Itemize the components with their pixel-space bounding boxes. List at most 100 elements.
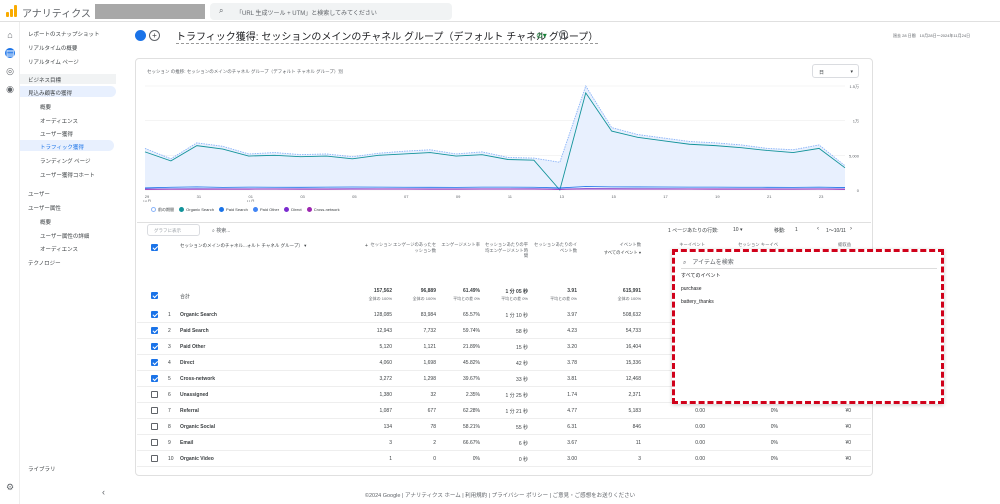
- search-input[interactable]: ⌕ 「URL 生成ツール + UTM」と検索してみてください: [210, 3, 452, 20]
- row-value: 0.00: [695, 424, 705, 430]
- status-check-icon[interactable]: ⊘▾: [536, 31, 547, 40]
- sidebar-item-realtime-pages[interactable]: リアルタイム ページ: [28, 58, 79, 66]
- dropdown-option-purchase[interactable]: purchase: [681, 286, 702, 292]
- reports-icon[interactable]: ▤: [5, 48, 15, 58]
- sidebar-item-realtime-overview[interactable]: リアルタイムの概要: [28, 44, 77, 52]
- table-row[interactable]: 8 Organic Social 134 78 58.21% 55 秒 6.31 846 0.0…: [137, 419, 871, 435]
- column-header[interactable]: セッションあたりの平均エンゲージメント時間: [484, 242, 528, 259]
- dropdown-option-battery[interactable]: battery_thanks: [681, 299, 714, 305]
- row-index: 4: [168, 360, 171, 366]
- chevron-down-icon: ▾: [850, 69, 853, 75]
- sidebar-item-landing-page[interactable]: ランディング ページ: [40, 157, 91, 165]
- sidebar-section-business[interactable]: ビジネス目標: [20, 74, 116, 84]
- row-value: 0%: [770, 424, 778, 430]
- row-value: 4.23: [567, 328, 577, 334]
- total-value: 3.91: [567, 288, 577, 294]
- column-header[interactable]: 総収益: [807, 242, 851, 248]
- column-header[interactable]: キーイベント: [661, 242, 705, 248]
- legend-item[interactable]: Cross-network: [303, 207, 340, 213]
- home-icon[interactable]: ⌂: [5, 30, 15, 40]
- row-checkbox[interactable]: [151, 391, 158, 398]
- column-header[interactable]: イベント数: [597, 242, 641, 248]
- row-checkbox[interactable]: [151, 327, 158, 334]
- sidebar-item-acquisition[interactable]: 見込み顧客の獲得: [28, 89, 72, 97]
- total-checkbox[interactable]: [151, 292, 158, 299]
- row-checkbox[interactable]: [151, 375, 158, 382]
- row-checkbox[interactable]: [151, 343, 158, 350]
- advertising-icon[interactable]: ◉: [5, 84, 15, 94]
- row-channel: Direct: [180, 360, 195, 366]
- row-channel: Unassigned: [180, 392, 209, 398]
- table-row[interactable]: 9 Email 3 2 66.67% 6 秒 3.67 11 0.00 0% ¥0: [137, 435, 871, 451]
- row-channel: Cross-network: [180, 376, 216, 382]
- row-index: 1: [168, 312, 171, 318]
- date-range[interactable]: 過去 28 日間 10月28日～2024年11月24日: [893, 33, 970, 39]
- footer: ©2024 Google | アナリティクス ホーム | 利用規約 | プライバ…: [364, 493, 636, 499]
- x-tick-label: 11: [508, 194, 513, 199]
- sidebar-section-user[interactable]: ユーザー: [28, 190, 50, 198]
- add-icon[interactable]: +: [149, 30, 160, 41]
- row-checkbox[interactable]: [151, 407, 158, 414]
- sidebar-item-library[interactable]: ライブラリ: [28, 465, 56, 473]
- row-checkbox[interactable]: [151, 455, 158, 462]
- row-value: 1.74: [567, 392, 577, 398]
- row-checkbox[interactable]: [151, 423, 158, 430]
- sidebar-item-user-overview[interactable]: 概要: [40, 218, 51, 226]
- row-value: 12,468: [625, 376, 641, 382]
- explore-icon[interactable]: ◎: [5, 66, 15, 76]
- row-channel: Paid Search: [180, 328, 209, 334]
- x-tick-label: 13: [560, 194, 565, 199]
- account-selector[interactable]: [95, 4, 205, 19]
- left-rail: ⌂ ▤ ◎ ◉ ⚙: [0, 22, 20, 504]
- sidebar-item-cohort[interactable]: ユーザー獲得コホート: [40, 171, 95, 179]
- dropdown-option-all[interactable]: すべてのイベント: [681, 272, 720, 279]
- dropdown-search[interactable]: ⌕ アイテムを検索: [683, 257, 734, 267]
- sidebar-item-traffic-acquisition[interactable]: トラフィック獲得: [40, 143, 84, 151]
- table-row[interactable]: 7 Referral 1,087 677 62.28% 1 分 21 秒 4.77 5,183…: [137, 403, 871, 419]
- prev-page-icon[interactable]: ‹: [817, 226, 819, 232]
- x-tick-label: 11月: [247, 199, 255, 202]
- select-all-checkbox[interactable]: [151, 244, 158, 251]
- rows-per-page-select[interactable]: 10 ▾: [733, 227, 742, 233]
- legend-item[interactable]: Organic Search: [175, 207, 214, 213]
- add-comparison-icon[interactable]: +: [559, 30, 568, 39]
- legend-item[interactable]: Paid Other: [249, 207, 279, 213]
- column-header[interactable]: セッションあたりのイベント数: [533, 242, 577, 253]
- sessions-line-chart: 1.5万1万5,00002910月31 0111月03 05 07 09 11 13 15 17…: [143, 84, 860, 202]
- legend-item[interactable]: Paid Search: [215, 207, 248, 213]
- row-checkbox[interactable]: [151, 311, 158, 318]
- goto-input[interactable]: 1: [795, 227, 798, 233]
- row-checkbox[interactable]: [151, 359, 158, 366]
- column-header[interactable]: セッション: [348, 242, 392, 248]
- row-value: 0%: [770, 440, 778, 446]
- sidebar-item-overview[interactable]: 概要: [40, 103, 51, 111]
- plot-rows-button[interactable]: グラフに表示: [147, 224, 200, 236]
- legend-item[interactable]: Direct: [280, 207, 302, 213]
- column-header[interactable]: エンゲージメント率: [436, 242, 480, 248]
- column-header[interactable]: エンゲージのあったセッション数: [392, 242, 436, 253]
- x-tick-label: 05: [352, 194, 357, 199]
- row-value: 3.81: [567, 376, 577, 382]
- sidebar-item-user-acquisition[interactable]: ユーザー獲得: [40, 130, 73, 138]
- total-value: 615,991: [622, 288, 641, 294]
- dimension-header[interactable]: セッションのメインのチャネル...ォルト チャネル グループ） ▾: [180, 243, 306, 249]
- sidebar-item-user-audience[interactable]: オーディエンス: [40, 245, 78, 253]
- next-page-icon[interactable]: ›: [850, 226, 852, 232]
- x-tick-label: 15: [611, 194, 616, 199]
- divider: [681, 268, 937, 269]
- table-row[interactable]: 10 Organic Video 1 0 0% 0 秒 3.00 3 0.00 0% ¥0: [137, 451, 871, 467]
- app-name: アナリティクス: [22, 9, 91, 20]
- sidebar-item-tech[interactable]: テクノロジー: [28, 259, 61, 267]
- period-select[interactable]: 日 ▾: [812, 64, 859, 78]
- sidebar-item-user-attributes[interactable]: ユーザー属性: [28, 204, 61, 212]
- x-tick-label: 31: [197, 194, 202, 199]
- sidebar-item-demographics[interactable]: ユーザー属性の詳細: [40, 232, 89, 240]
- legend-item[interactable]: 前の期間: [147, 207, 174, 213]
- event-select[interactable]: すべてのイベント ▾: [577, 250, 641, 256]
- total-share: 全体の 100%: [617, 296, 641, 301]
- table-search-input[interactable]: ⌕ 検索...: [212, 227, 230, 234]
- sidebar-item-audience[interactable]: オーディエンス: [40, 117, 78, 125]
- sidebar-item-snapshot[interactable]: レポートのスナップショット: [28, 30, 100, 38]
- y-tick-label: 1万: [853, 119, 859, 124]
- row-checkbox[interactable]: [151, 439, 158, 446]
